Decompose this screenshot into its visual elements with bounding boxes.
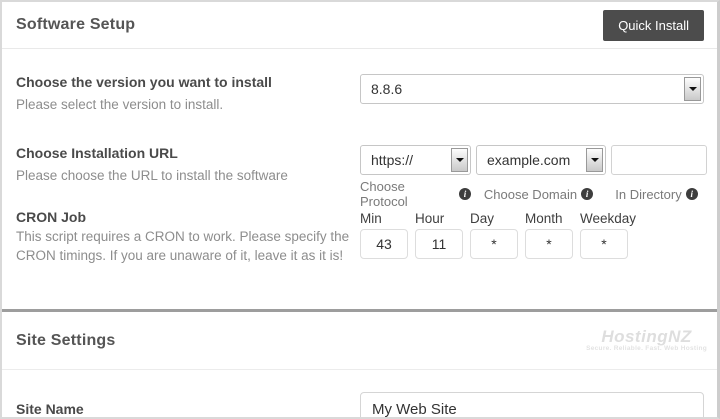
site-name-label: Site Name [16,401,360,417]
version-select-value: 8.8.6 [361,81,402,97]
domain-select[interactable]: example.com [476,145,606,175]
chevron-down-icon [451,148,468,172]
cron-help: This script requires a CRON to work. Ple… [16,227,360,265]
url-field-block: https:// example.com Choose Protocol i [360,145,707,209]
cron-month-label: Month [525,211,573,226]
site-name-row: Site Name [2,392,717,419]
cron-min-col: Min [360,211,408,259]
cron-month-input[interactable] [525,229,573,259]
info-icon[interactable]: i [581,188,593,200]
quick-install-button[interactable]: Quick Install [603,10,704,41]
url-sub-labels: Choose Protocol i Choose Domain i In Dir… [360,179,707,209]
version-select[interactable]: 8.8.6 [360,74,704,104]
cron-weekday-col: Weekday [580,211,642,259]
version-field-block: 8.8.6 [360,74,704,114]
protocol-sub-label: Choose Protocol i [360,179,471,209]
cron-day-input[interactable] [470,229,518,259]
directory-sub-label: In Directory i [606,179,707,209]
installer-page: Software Setup Quick Install Choose the … [0,0,720,419]
version-row: Choose the version you want to install P… [2,74,717,114]
cron-hour-label: Hour [415,211,463,226]
software-setup-header: Software Setup Quick Install [2,2,717,49]
cron-weekday-input[interactable] [580,229,628,259]
chevron-down-icon [586,148,603,172]
cron-day-label: Day [470,211,518,226]
domain-select-value: example.com [477,152,570,168]
info-icon[interactable]: i [686,188,698,200]
site-name-input[interactable] [360,392,704,419]
cron-min-label: Min [360,211,408,226]
cron-label-block: CRON Job This script requires a CRON to … [16,209,360,265]
protocol-select-value: https:// [361,152,413,168]
domain-sub-label: Choose Domain i [471,179,606,209]
cron-hour-input[interactable] [415,229,463,259]
url-help: Please choose the URL to install the sof… [16,166,360,185]
version-label-block: Choose the version you want to install P… [16,74,360,114]
version-label: Choose the version you want to install [16,74,360,90]
url-label-block: Choose Installation URL Please choose th… [16,145,360,209]
install-url-row: Choose Installation URL Please choose th… [2,145,717,209]
cron-min-input[interactable] [360,229,408,259]
cron-field-block: Min Hour Day Month Weekday [360,209,704,265]
directory-input[interactable] [611,145,707,175]
site-settings-header: Site Settings HostingNZ Secure. Reliable… [2,312,717,370]
cron-weekday-label: Weekday [580,211,642,226]
cron-hour-col: Hour [415,211,463,259]
site-settings-title: Site Settings [16,332,116,350]
cron-month-col: Month [525,211,573,259]
cron-day-col: Day [470,211,518,259]
version-help: Please select the version to install. [16,95,360,114]
cron-label: CRON Job [16,209,360,225]
directory-sub-label-text: In Directory [615,187,681,202]
cron-grid: Min Hour Day Month Weekday [360,211,704,259]
cron-row: CRON Job This script requires a CRON to … [2,209,717,265]
info-icon[interactable]: i [459,188,471,200]
software-setup-title: Software Setup [16,16,135,34]
hostingnz-logo: HostingNZ Secure. Reliable. Fast. Web Ho… [586,329,707,352]
protocol-sub-label-text: Choose Protocol [360,179,455,209]
hostingnz-logo-tagline: Secure. Reliable. Fast. Web Hosting [586,345,707,352]
hostingnz-logo-text: HostingNZ [586,329,707,345]
protocol-select[interactable]: https:// [360,145,471,175]
chevron-down-icon [684,77,701,101]
url-fields: https:// example.com [360,145,707,175]
domain-sub-label-text: Choose Domain [484,187,577,202]
url-label: Choose Installation URL [16,145,360,161]
